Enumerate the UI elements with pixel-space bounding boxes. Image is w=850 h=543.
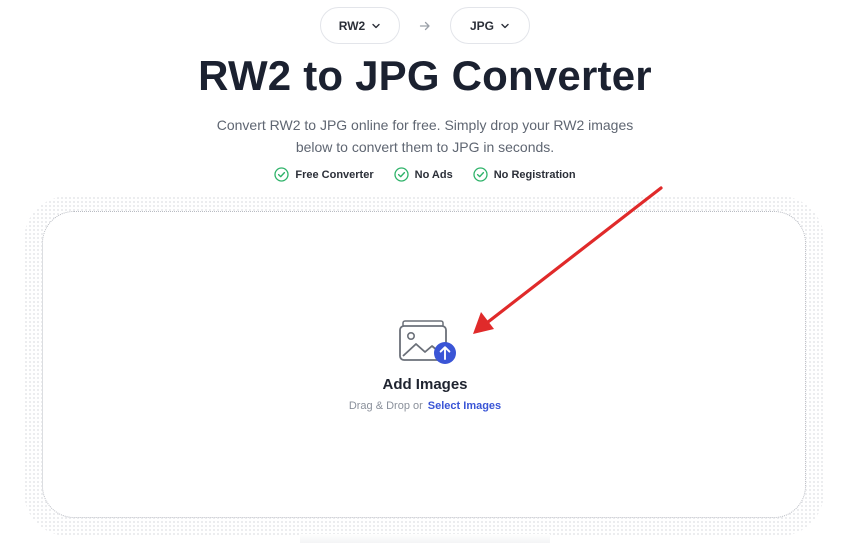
chevron-down-icon (500, 21, 510, 31)
page-title: RW2 to JPG Converter (198, 52, 652, 99)
target-format-label: JPG (469, 18, 494, 33)
arrow-right-icon (419, 20, 431, 32)
target-format-dropdown[interactable]: JPG (450, 7, 530, 44)
image-upload-icon[interactable] (397, 319, 459, 367)
feature-item: No Registration (473, 167, 576, 182)
drag-drop-text: Drag & Drop or (348, 400, 423, 412)
check-circle-icon (473, 167, 488, 182)
source-format-label: RW2 (338, 18, 366, 33)
page-subtitle: Convert RW2 to JPG online for free. Simp… (216, 117, 634, 155)
format-selector: RW2 JPG (0, 7, 850, 44)
check-circle-icon (393, 167, 409, 182)
feature-list: Free Converter No Ads No Registration (0, 167, 850, 182)
drag-drop-line: Drag & Drop or Select Images (0, 400, 850, 412)
feature-item: No Ads (393, 167, 453, 182)
source-format-dropdown[interactable]: RW2 (320, 7, 400, 44)
feature-label: No Registration (493, 168, 576, 181)
check-circle-icon (274, 167, 290, 182)
select-images-link[interactable]: Select Images (428, 400, 501, 412)
feature-label: No Ads (414, 168, 453, 181)
add-images-heading: Add Images (382, 376, 468, 393)
bottom-divider (300, 534, 550, 543)
feature-item: Free Converter (274, 167, 374, 182)
chevron-down-icon (371, 21, 381, 31)
converter-page: RW2 JPG RW2 to JPG Converter Convert RW2… (0, 0, 850, 543)
feature-label: Free Converter (295, 168, 374, 181)
